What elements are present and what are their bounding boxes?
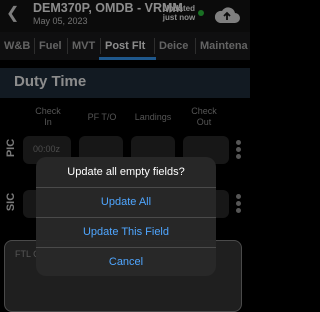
update-fields-dialog: Update all empty fields? Update All Upda… — [36, 157, 216, 276]
update-all-button[interactable]: Update All — [36, 187, 216, 216]
update-this-field-button[interactable]: Update This Field — [36, 217, 216, 246]
cancel-button[interactable]: Cancel — [36, 247, 216, 276]
dialog-title: Update all empty fields? — [67, 166, 185, 178]
